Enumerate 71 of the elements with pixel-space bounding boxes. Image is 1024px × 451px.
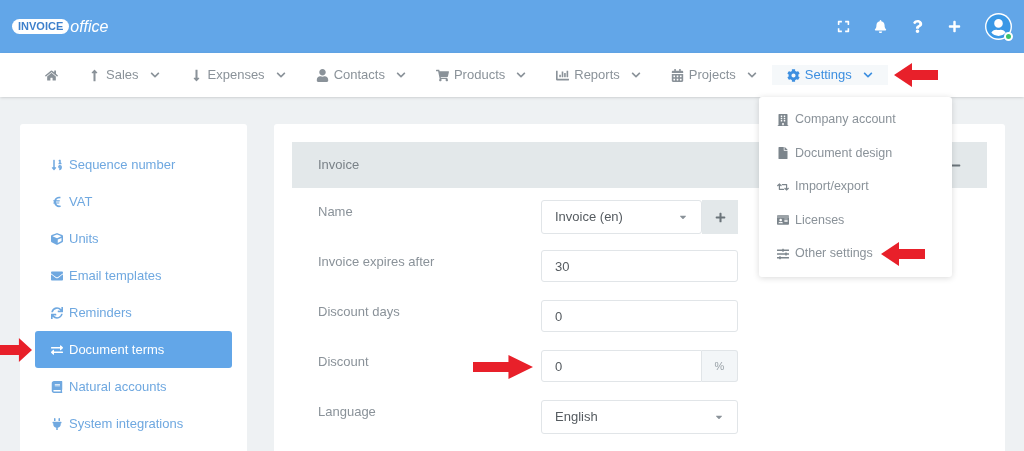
chevron-icon: [630, 70, 641, 80]
menu-item[interactable]: Company account: [759, 103, 898, 137]
exchange-icon: [51, 343, 63, 356]
number-field[interactable]: 0: [541, 350, 702, 382]
sliders-icon: [777, 247, 789, 260]
add-button[interactable]: [702, 200, 738, 234]
annotation-arrow-icon: [473, 355, 533, 379]
building-icon: [777, 113, 789, 126]
settings-icon: [786, 68, 800, 82]
add-icon[interactable]: [948, 20, 961, 33]
notification-icon[interactable]: [874, 20, 887, 33]
euro-icon: [51, 195, 63, 208]
retweet-icon: [777, 180, 789, 193]
chevron-icon: [275, 70, 286, 80]
add-icon: [714, 211, 726, 223]
annotation-arrow-icon: [880, 241, 925, 266]
logo-badge: INVOICE: [12, 19, 70, 34]
text-field[interactable]: 30: [541, 250, 738, 282]
field-label: Discount: [318, 353, 370, 371]
menu-item[interactable]: Document design: [759, 136, 895, 170]
help-icon[interactable]: [911, 20, 924, 33]
chevron-icon: [149, 70, 160, 80]
nav-item[interactable]: Contacts: [300, 65, 421, 85]
avatar[interactable]: [985, 13, 1012, 40]
sidebar-item[interactable]: Units: [35, 220, 232, 257]
section-title: Invoice: [318, 156, 360, 175]
sidebar-item[interactable]: Natural accounts: [35, 368, 232, 405]
select-field[interactable]: English: [541, 400, 738, 434]
field-label: Discount days: [318, 303, 401, 321]
book-icon: [51, 380, 63, 393]
home-icon: [45, 68, 58, 82]
id-card-icon: [777, 214, 789, 227]
chevron-icon: [862, 70, 873, 80]
nav-item[interactable]: Products: [420, 65, 542, 85]
calendar-icon: [670, 68, 684, 82]
field-label: Language: [318, 403, 377, 421]
menu-item[interactable]: Other settings: [759, 237, 875, 271]
nav-item[interactable]: Sales: [73, 65, 175, 85]
annotation-arrow-icon: [0, 337, 32, 362]
nav-item[interactable]: Projects: [655, 65, 772, 85]
sidebar-item[interactable]: System integrations: [35, 405, 232, 442]
menu-item[interactable]: Licenses: [759, 203, 847, 237]
envelope-icon: [51, 269, 63, 282]
sidebar-item[interactable]: Document terms: [35, 331, 232, 368]
chevron-icon: [516, 70, 527, 80]
text-field[interactable]: 0: [541, 300, 738, 332]
cart-icon: [435, 68, 449, 82]
cube-icon: [51, 232, 63, 245]
refresh-icon: [51, 306, 63, 319]
select-field[interactable]: Invoice (en): [541, 200, 702, 234]
nav-item[interactable]: Reports: [541, 65, 656, 85]
number-sort-icon: [51, 158, 63, 171]
sidebar-item[interactable]: Reminders: [35, 294, 232, 331]
field-label: Invoice expires after: [318, 253, 436, 271]
annotation-arrow-icon: [893, 63, 938, 87]
nav-item[interactable]: Expenses: [174, 65, 301, 85]
sidebar-item[interactable]: VAT: [35, 183, 232, 220]
field-label: Name: [318, 203, 354, 221]
unit-addon: %: [702, 350, 738, 382]
person-icon: [315, 68, 329, 82]
document-icon: [777, 147, 789, 160]
plug-icon: [51, 417, 63, 430]
chevron-icon: [746, 70, 757, 80]
bar-chart-icon: [556, 68, 570, 82]
sidebar-item[interactable]: Sequence number: [35, 146, 232, 183]
nav-item[interactable]: Settings: [771, 65, 888, 85]
sidebar-item[interactable]: Email templates: [35, 257, 232, 294]
fullscreen-icon[interactable]: [837, 20, 850, 33]
menu-item[interactable]: Import/export: [759, 170, 871, 204]
logo-word: office: [70, 16, 109, 37]
chevron-icon: [395, 70, 406, 80]
